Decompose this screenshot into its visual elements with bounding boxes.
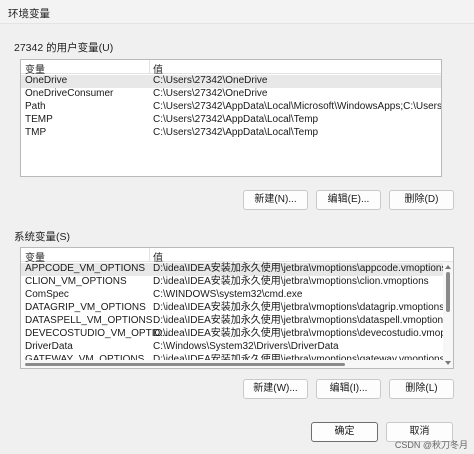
table-row[interactable]: DriverData C:\Windows\System32\Drivers\D… <box>21 341 443 354</box>
table-row[interactable]: OneDriveConsumer C:\Users\27342\OneDrive <box>21 88 441 101</box>
watermark: CSDN @秋刀冬月 <box>394 440 468 450</box>
system-vars-list[interactable]: 变量 值 APPCODE_VM_OPTIONS D:\idea\IDEA安装加永… <box>20 247 454 369</box>
var-name: DEVECOSTUDIO_VM_OPTIO... <box>25 328 171 339</box>
vertical-scrollbar[interactable] <box>443 262 453 368</box>
var-name: DATAGRIP_VM_OPTIONS <box>25 302 146 313</box>
table-row[interactable]: TEMP C:\Users\27342\AppData\Local\Temp <box>21 114 441 127</box>
var-name: TMP <box>25 127 47 138</box>
var-value: C:\Users\27342\OneDrive <box>153 88 268 99</box>
user-new-button[interactable]: 新建(N)... <box>243 190 308 210</box>
table-row[interactable]: ComSpec C:\WINDOWS\system32\cmd.exe <box>21 289 443 302</box>
var-name: Path <box>25 101 46 112</box>
var-name: DATASPELL_VM_OPTIONS <box>25 315 153 326</box>
table-row[interactable]: OneDrive C:\Users\27342\OneDrive <box>21 75 441 88</box>
scrollbar-thumb[interactable] <box>25 363 345 366</box>
system-vars-label: 系统变量(S) <box>14 231 70 243</box>
var-value: D:\idea\IDEA安装加永久使用\jetbra\vmoptions\cli… <box>153 276 429 287</box>
user-edit-button[interactable]: 编辑(E)... <box>316 190 381 210</box>
column-header-name[interactable]: 变量 <box>25 61 45 76</box>
var-name: ComSpec <box>25 289 69 300</box>
var-name: OneDriveConsumer <box>25 88 114 99</box>
system-edit-button[interactable]: 编辑(I)... <box>316 379 381 399</box>
table-row[interactable]: Path C:\Users\27342\AppData\Local\Micros… <box>21 101 441 114</box>
var-value: C:\Users\27342\AppData\Local\Temp <box>153 127 319 138</box>
var-value: C:\Users\27342\OneDrive <box>153 75 268 86</box>
scroll-down-icon[interactable] <box>445 361 451 365</box>
scrollbar-thumb[interactable] <box>446 272 450 312</box>
table-row[interactable]: TMP C:\Users\27342\AppData\Local\Temp <box>21 127 441 140</box>
var-name: APPCODE_VM_OPTIONS <box>25 263 146 274</box>
table-row[interactable]: CLION_VM_OPTIONS D:\idea\IDEA安装加永久使用\jet… <box>21 276 443 289</box>
var-name: TEMP <box>25 114 53 125</box>
var-value: D:\idea\IDEA安装加永久使用\jetbra\vmoptions\app… <box>153 263 447 274</box>
ok-button[interactable]: 确定 <box>311 422 378 442</box>
var-value: D:\idea\IDEA安装加永久使用\jetbra\vmoptions\dat… <box>153 315 449 326</box>
var-name: CLION_VM_OPTIONS <box>25 276 127 287</box>
user-delete-button[interactable]: 删除(D) <box>389 190 454 210</box>
system-new-button[interactable]: 新建(W)... <box>243 379 308 399</box>
var-value: D:\idea\IDEA安装加永久使用\jetbra\vmoptions\dev… <box>153 328 454 339</box>
var-name: DriverData <box>25 341 73 352</box>
title-bar: 环境变量 <box>0 0 474 24</box>
column-header-value[interactable]: 值 <box>153 61 163 76</box>
var-name: OneDrive <box>25 75 68 86</box>
column-header-name[interactable]: 变量 <box>25 249 45 264</box>
system-vars-header: 变量 值 <box>21 248 453 264</box>
column-header-value[interactable]: 值 <box>153 249 163 264</box>
var-value: D:\idea\IDEA安装加永久使用\jetbra\vmoptions\dat… <box>153 302 445 313</box>
var-value: C:\Users\27342\AppData\Local\Temp <box>153 114 319 125</box>
var-value: C:\Windows\System32\Drivers\DriverData <box>153 341 339 352</box>
user-vars-header: 变量 值 <box>21 60 441 76</box>
user-vars-label: 27342 的用户变量(U) <box>14 42 114 54</box>
table-row[interactable]: DATASPELL_VM_OPTIONS D:\idea\IDEA安装加永久使用… <box>21 315 448 328</box>
var-value: C:\Users\27342\AppData\Local\Microsoft\W… <box>153 101 442 112</box>
scroll-up-icon[interactable] <box>445 265 451 269</box>
table-row[interactable]: APPCODE_VM_OPTIONS D:\idea\IDEA安装加永久使用\j… <box>21 263 447 276</box>
var-value: C:\WINDOWS\system32\cmd.exe <box>153 289 303 300</box>
table-row[interactable]: DATAGRIP_VM_OPTIONS D:\idea\IDEA安装加永久使用\… <box>21 302 445 315</box>
table-row[interactable]: DEVECOSTUDIO_VM_OPTIO... D:\idea\IDEA安装加… <box>21 328 453 341</box>
user-vars-list[interactable]: 变量 值 OneDrive C:\Users\27342\OneDrive On… <box>20 59 442 177</box>
horizontal-scrollbar[interactable] <box>21 360 443 368</box>
window-title: 环境变量 <box>8 8 50 20</box>
system-delete-button[interactable]: 删除(L) <box>389 379 454 399</box>
